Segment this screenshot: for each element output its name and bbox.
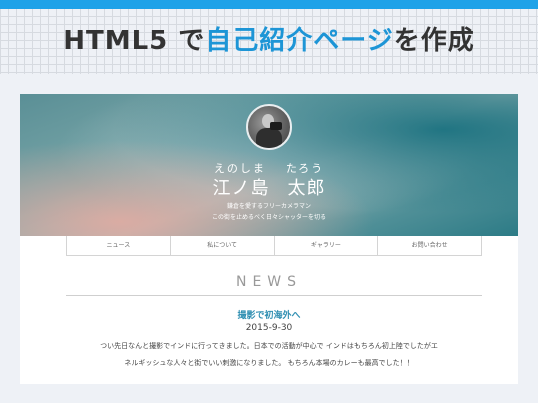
headline-prefix: HTML5 で: [63, 26, 206, 56]
camera-icon: [270, 122, 282, 130]
main-nav: ニュース 私について ギャラリー お問い合わせ: [66, 236, 482, 256]
nav-item-contact[interactable]: お問い合わせ: [377, 236, 482, 256]
post-date: 2015-9-30: [245, 323, 293, 333]
name-given: 太郎: [287, 178, 326, 199]
avatar: [246, 104, 292, 150]
avatar-body: [256, 128, 282, 148]
nav-item-news[interactable]: ニュース: [66, 236, 170, 256]
banner-headline: HTML5 で自己紹介ページを作成: [0, 21, 538, 61]
nav-item-gallery[interactable]: ギャラリー: [273, 236, 378, 256]
post-title[interactable]: 撮影で初海外へ: [20, 308, 518, 321]
tagline-primary: 鎌倉を愛するフリーカメラマン: [226, 203, 311, 210]
section-title: NEWS: [235, 274, 303, 290]
section-divider: [66, 295, 482, 296]
nav-item-about[interactable]: 私について: [169, 236, 274, 256]
top-accent-stripe: [0, 0, 538, 9]
name-family: 江ノ島: [212, 178, 270, 199]
hero-header: えのしま たろう 江ノ島 太郎 鎌倉を愛するフリーカメラマン この街を止めるべく日々…: [20, 94, 518, 236]
headline-highlight: 自己紹介ページ: [205, 26, 394, 56]
headline-suffix: を作成: [393, 26, 475, 56]
site-preview: えのしま たろう 江ノ島 太郎 鎌倉を愛するフリーカメラマン この街を止めるべく日々…: [20, 94, 518, 384]
post-body: つい先日なんと撮影でインドに行ってきました。日本での活動が中心で インドはもちろ…: [100, 342, 438, 367]
tagline-secondary: この街を止めるべく日々シャッターを切る: [211, 214, 326, 221]
site-owner-name: 江ノ島 太郎: [20, 174, 518, 200]
